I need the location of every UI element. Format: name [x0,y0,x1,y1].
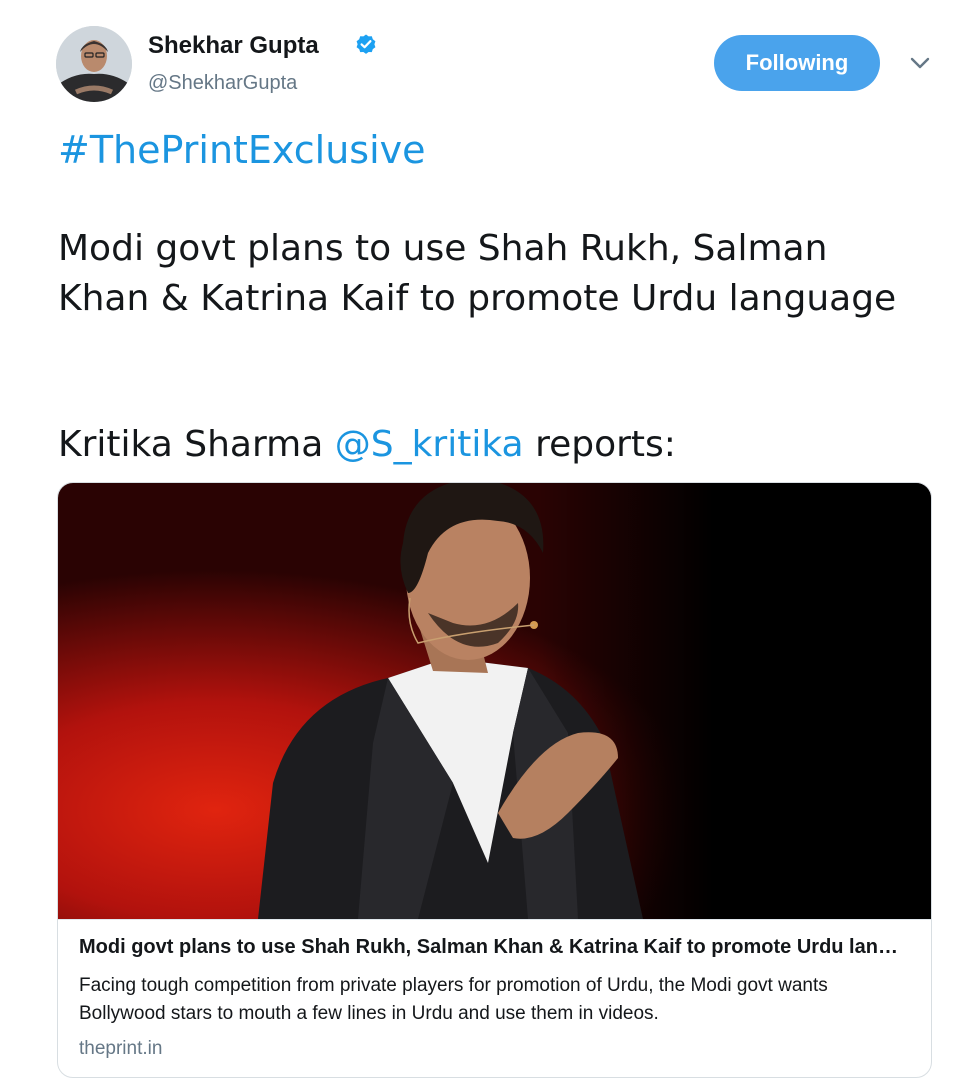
reports-suffix: reports: [523,424,676,465]
verified-badge-icon [356,34,376,54]
following-button[interactable]: Following [714,35,880,91]
card-title[interactable]: Modi govt plans to use Shah Rukh, Salman… [79,936,909,959]
avatar[interactable] [56,26,132,102]
chevron-down-icon[interactable] [906,52,934,74]
tweet: Shekhar Gupta @ShekharGupta Following #T… [0,0,970,1080]
tweet-text: Modi govt plans to use Shah Rukh, Salman… [58,228,897,319]
hashtag-link[interactable]: #ThePrintExclusive [58,128,426,172]
card-image[interactable] [58,483,931,919]
reports-prefix: Kritika Sharma [58,424,335,465]
link-card[interactable]: Modi govt plans to use Shah Rukh, Salman… [57,482,932,1078]
card-description: Facing tough competition from private pl… [79,975,828,1024]
author-name[interactable]: Shekhar Gupta [148,32,319,60]
author-handle[interactable]: @ShekharGupta [148,72,297,95]
card-domain[interactable]: theprint.in [79,1038,162,1060]
tweet-reports-line: Kritika Sharma @S_kritika reports: [58,420,918,470]
mention-link[interactable]: @S_kritika [335,424,524,465]
card-text[interactable]: Modi govt plans to use Shah Rukh, Salman… [58,919,931,1077]
